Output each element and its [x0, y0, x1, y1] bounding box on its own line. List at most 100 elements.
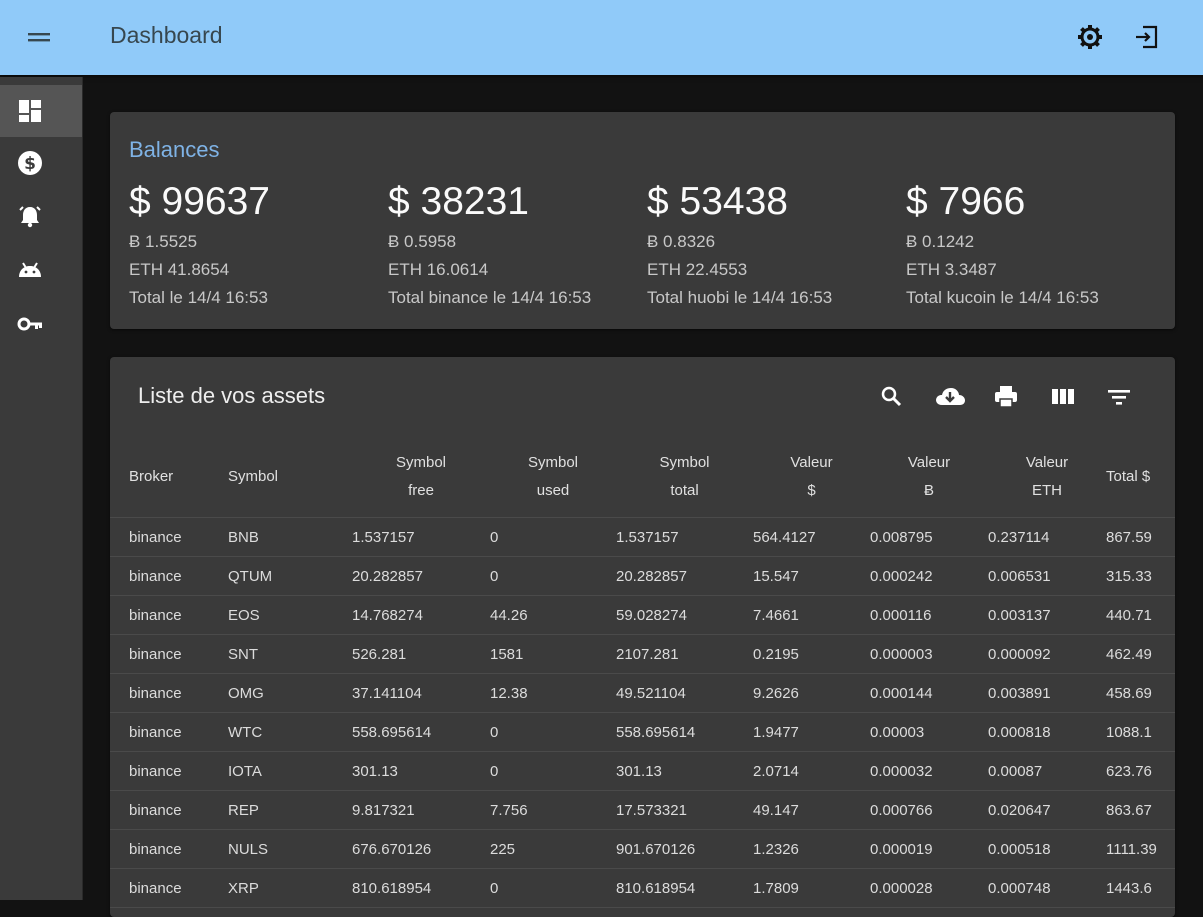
table-cell: 1.9477: [753, 712, 870, 752]
sidebar: $: [0, 77, 83, 900]
table-cell: SNT: [228, 634, 352, 674]
balances-card: Balances $ 99637 Ƀ 1.5525 ETH 41.8654 To…: [110, 112, 1175, 329]
column-header-broker[interactable]: Broker: [110, 437, 228, 518]
sidebar-item-dashboard[interactable]: [0, 85, 82, 137]
table-cell: 1.2326: [753, 829, 870, 869]
sidebar-item-keys[interactable]: [0, 298, 82, 350]
menu-icon[interactable]: [24, 22, 54, 52]
balance-amount: $ 53438: [647, 180, 788, 223]
table-cell: binance: [110, 673, 228, 713]
sidebar-item-bots[interactable]: [0, 244, 82, 296]
balance-eth: ETH 3.3487: [906, 260, 997, 279]
column-header-symbol-used[interactable]: Symbol used: [490, 437, 616, 518]
table-cell: 0.000028: [870, 868, 988, 908]
table-cell: 2.0714: [753, 751, 870, 791]
android-icon: [19, 262, 41, 277]
balance-btc: Ƀ 0.1242: [906, 232, 975, 251]
table-cell: 1088.1: [1106, 712, 1175, 752]
table-cell: 0.000003: [870, 634, 988, 674]
table-cell: 0: [490, 517, 616, 557]
search-icon[interactable]: [878, 383, 906, 411]
key-icon: [17, 317, 42, 331]
balance-eth: ETH 22.4553: [647, 260, 748, 279]
table-row[interactable]: binance IOTA 301.13 0 301.13 2.0714 0.000032 0.…: [110, 751, 1175, 791]
table-cell: binance: [110, 790, 228, 830]
table-cell: 0.006531: [988, 556, 1106, 596]
table-cell: 810.618954: [616, 868, 753, 908]
balance-amount: $ 38231: [388, 180, 529, 223]
balance-huobi: $ 53438 Ƀ 0.8326 ETH 22.4553 Total huobi…: [647, 182, 906, 312]
logout-icon[interactable]: [1132, 22, 1162, 52]
table-row[interactable]: binance QTUM 20.282857 0 20.282857 15.547 0.00…: [110, 556, 1175, 596]
table-cell: 7.756: [490, 790, 616, 830]
table-cell: binance: [110, 868, 228, 908]
table-row[interactable]: binance EOS 14.768274 44.26 59.028274 7.4661 0…: [110, 595, 1175, 635]
table-cell: 17.573321: [616, 790, 753, 830]
table-cell: 564.4127: [753, 517, 870, 557]
view-columns-icon[interactable]: [1049, 383, 1077, 411]
table-row[interactable]: binance BNB 1.537157 0 1.537157 564.4127 0.008…: [110, 517, 1175, 557]
table-cell: IOTA: [228, 751, 352, 791]
app-bar: Dashboard: [0, 0, 1203, 75]
table-row[interactable]: binance XRP 810.618954 0 810.618954 1.7809 0.0…: [110, 868, 1175, 908]
filter-icon[interactable]: [1105, 383, 1133, 411]
table-cell: 863.67: [1106, 790, 1175, 830]
assets-card: Liste de vos assets Broker Symbol Symbol…: [110, 357, 1175, 917]
settings-icon[interactable]: [1075, 22, 1105, 52]
table-cell: 558.695614: [352, 712, 490, 752]
table-cell: QTUM: [228, 556, 352, 596]
table-cell: 0.000242: [870, 556, 988, 596]
table-cell: BNB: [228, 517, 352, 557]
table-row[interactable]: binance OMG 37.141104 12.38 49.521104 9.2626 0…: [110, 673, 1175, 713]
table-cell: 0: [490, 751, 616, 791]
balance-btc: Ƀ 1.5525: [129, 232, 198, 251]
table-row[interactable]: binance REP 9.817321 7.756 17.573321 49.147 0.…: [110, 790, 1175, 830]
table-cell: 315.33: [1106, 556, 1175, 596]
table-cell: 7.4661: [753, 595, 870, 635]
column-header-value-btc[interactable]: Valeur Ƀ: [870, 437, 988, 518]
table-cell: 462.49: [1106, 634, 1175, 674]
table-cell: 0.000116: [870, 595, 988, 635]
table-cell: 49.147: [753, 790, 870, 830]
table-cell: 558.695614: [616, 712, 753, 752]
balance-total: $ 99637 Ƀ 1.5525 ETH 41.8654 Total le 14…: [129, 182, 388, 312]
table-cell: 458.69: [1106, 673, 1175, 713]
balance-btc: Ƀ 0.5958: [388, 232, 457, 251]
table-cell: binance: [110, 829, 228, 869]
table-cell: 1.7809: [753, 868, 870, 908]
table-header-row: Broker Symbol Symbol free Symbol used Symb…: [110, 437, 1175, 518]
table-row[interactable]: binance SNT 526.281 1581 2107.281 0.2195 0.000…: [110, 634, 1175, 674]
table-cell: binance: [110, 517, 228, 557]
table-cell: 1.537157: [616, 517, 753, 557]
table-cell: 0.000144: [870, 673, 988, 713]
column-header-total-usd[interactable]: Total $: [1106, 437, 1175, 518]
sidebar-item-alerts[interactable]: [0, 190, 82, 242]
column-header-symbol-free[interactable]: Symbol free: [352, 437, 490, 518]
column-header-value-eth[interactable]: Valeur ETH: [988, 437, 1106, 518]
column-header-value-usd[interactable]: Valeur $: [753, 437, 870, 518]
cloud-download-icon[interactable]: [934, 383, 965, 411]
column-header-symbol[interactable]: Symbol: [228, 437, 352, 518]
balance-btc: Ƀ 0.8326: [647, 232, 716, 251]
table-cell: 0.000032: [870, 751, 988, 791]
table-cell: XRP: [228, 868, 352, 908]
table-cell: binance: [110, 595, 228, 635]
table-cell: 9.2626: [753, 673, 870, 713]
table-cell: 901.670126: [616, 829, 753, 869]
dashboard-icon: [19, 100, 41, 122]
balance-amount: $ 7966: [906, 180, 1026, 223]
print-icon[interactable]: [992, 383, 1020, 411]
table-cell: 526.281: [352, 634, 490, 674]
table-cell: 623.76: [1106, 751, 1175, 791]
column-header-symbol-total[interactable]: Symbol total: [616, 437, 753, 518]
assets-title: Liste de vos assets: [138, 383, 326, 408]
table-row[interactable]: binance NULS 676.670126 225 901.670126 1.2326…: [110, 829, 1175, 869]
balance-kucoin: $ 7966 Ƀ 0.1242 ETH 3.3487 Total kucoin …: [906, 182, 1165, 312]
table-cell: 0: [490, 868, 616, 908]
sidebar-item-balances[interactable]: $: [0, 137, 82, 189]
table-cell: 440.71: [1106, 595, 1175, 635]
table-row[interactable]: binance WTC 558.695614 0 558.695614 1.9477 0.0…: [110, 712, 1175, 752]
table-cell: 2107.281: [616, 634, 753, 674]
balances-title: Balances: [129, 137, 220, 162]
alarm-bell-icon: [19, 206, 41, 228]
